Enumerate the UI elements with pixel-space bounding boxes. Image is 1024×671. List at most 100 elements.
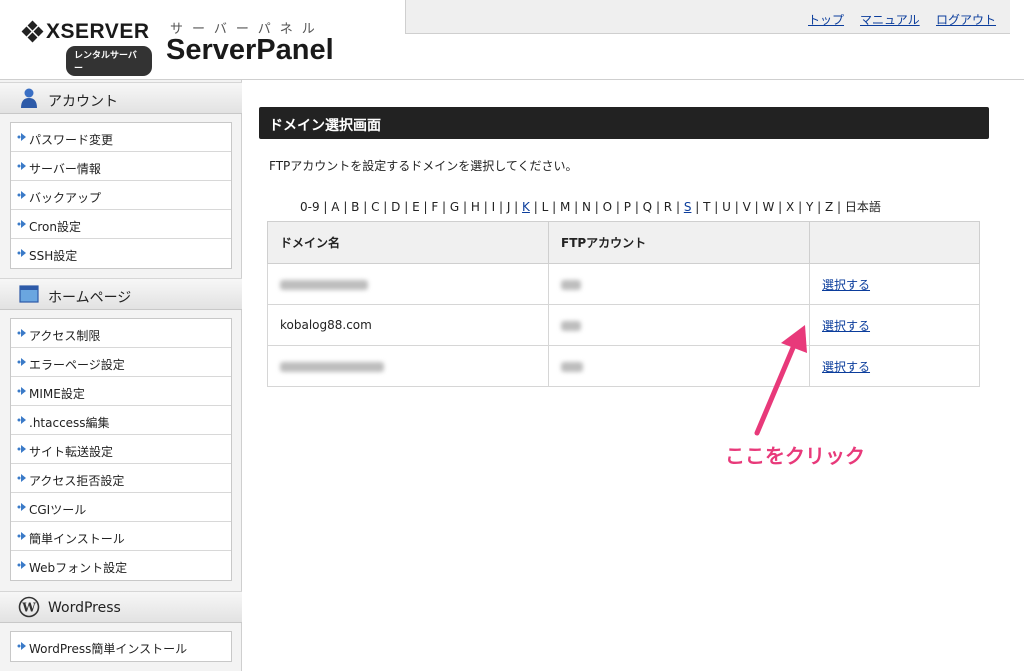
top-navigation: トップ マニュアル ログアウト: [405, 0, 1010, 34]
alpha-v: V: [742, 200, 751, 214]
sidebar-item-label: パスワード変更: [29, 133, 114, 147]
sidebar-section-account: アカウント: [0, 82, 242, 114]
alpha-b: B: [351, 200, 360, 214]
nav-logout-link[interactable]: ログアウト: [936, 11, 996, 28]
column-header-action: [809, 221, 980, 264]
sidebar-item-label: CGIツール: [29, 503, 87, 517]
main-content: ドメイン選択画面 FTPアカウントを設定するドメインを選択してください。 0-9…: [243, 81, 1024, 671]
alpha-c: C: [371, 200, 380, 214]
sidebar-item-label: WordPress簡単インストール: [29, 642, 188, 656]
table-row: 選択する: [267, 263, 980, 305]
arrow-right-icon: [17, 133, 26, 141]
sidebar-item-access-restriction[interactable]: アクセス制限: [11, 319, 231, 348]
sidebar-item-label: アクセス制限: [29, 329, 101, 343]
sidebar-item-label: Webフォント設定: [29, 561, 128, 575]
alpha-e: E: [412, 200, 420, 214]
redacted-domain: [280, 279, 368, 290]
header: XSERVER レンタルサーバー サーバーパネル ServerPanel トップ…: [0, 0, 1024, 80]
table-row: kobalog88.com 選択する: [267, 304, 980, 346]
column-header-domain: ドメイン名: [267, 221, 549, 264]
alpha-k-link[interactable]: K: [522, 200, 530, 214]
sidebar-item-cgi-tools[interactable]: CGIツール: [11, 493, 231, 522]
sidebar-item-label: エラーページ設定: [29, 358, 125, 372]
alpha-o: O: [602, 200, 613, 214]
alpha-s-link[interactable]: S: [684, 200, 692, 214]
sidebar-item-password[interactable]: パスワード変更: [11, 123, 231, 152]
alpha-i: I: [491, 200, 496, 214]
select-link[interactable]: 選択する: [822, 278, 870, 292]
arrow-right-icon: [17, 220, 26, 228]
sidebar-item-error-page[interactable]: エラーページ設定: [11, 348, 231, 377]
sidebar-item-access-deny[interactable]: アクセス拒否設定: [11, 464, 231, 493]
sidebar-item-wordpress-install[interactable]: WordPress簡単インストール: [11, 632, 231, 661]
section-title: ホームページ: [48, 290, 132, 306]
sidebar-item-easy-install[interactable]: 簡単インストール: [11, 522, 231, 551]
redacted-ftp: [561, 279, 581, 290]
sidebar-item-backup[interactable]: バックアップ: [11, 181, 231, 210]
alpha-j: J: [506, 200, 511, 214]
sidebar-item-ssh[interactable]: SSH設定: [11, 239, 231, 268]
action-cell: 選択する: [809, 304, 980, 346]
select-link[interactable]: 選択する: [822, 360, 870, 374]
arrow-right-icon: [17, 416, 26, 424]
nav-top-link[interactable]: トップ: [808, 11, 844, 28]
action-cell: 選択する: [809, 345, 980, 387]
sidebar-item-label: バックアップ: [29, 191, 102, 205]
alpha-n: N: [581, 200, 591, 214]
domain-cell: [267, 263, 549, 305]
sidebar-item-label: サーバー情報: [29, 162, 101, 176]
sidebar-section-wordpress: W WordPress: [0, 591, 242, 623]
sidebar: アカウント パスワード変更 サーバー情報 バックアップ Cron設定 SSH設定: [0, 80, 242, 671]
pointer-arrow-icon: [754, 325, 807, 436]
sidebar-item-cron[interactable]: Cron設定: [11, 210, 231, 239]
account-menu: パスワード変更 サーバー情報 バックアップ Cron設定 SSH設定: [10, 122, 232, 269]
redacted-domain: [280, 361, 384, 372]
instruction-text: FTPアカウントを設定するドメインを選択してください。: [269, 159, 578, 173]
sidebar-item-label: .htaccess編集: [29, 416, 110, 430]
table-header-row: ドメイン名 FTPアカウント: [267, 221, 980, 264]
alpha-w: W: [762, 200, 775, 214]
alpha-0-9: 0-9: [300, 200, 320, 214]
action-cell: 選択する: [809, 263, 980, 305]
sidebar-item-mime[interactable]: MIME設定: [11, 377, 231, 406]
domain-cell: kobalog88.com: [267, 304, 549, 346]
alpha-y: Y: [805, 200, 814, 214]
arrow-right-icon: [17, 387, 26, 395]
sidebar-item-label: アクセス拒否設定: [29, 474, 125, 488]
user-icon: [21, 88, 37, 108]
diamond-logo-icon: [21, 20, 44, 43]
sidebar-item-label: Cron設定: [29, 220, 81, 234]
sidebar-item-server-info[interactable]: サーバー情報: [11, 152, 231, 181]
arrow-right-icon: [17, 561, 26, 569]
logo-area: XSERVER レンタルサーバー サーバーパネル ServerPanel: [0, 0, 405, 80]
alpha-x: X: [786, 200, 795, 214]
nav-manual-link[interactable]: マニュアル: [860, 11, 920, 28]
table-row: 選択する: [267, 345, 980, 387]
alpha-h: H: [470, 200, 480, 214]
alpha-d: D: [391, 200, 401, 214]
arrow-right-icon: [17, 249, 26, 257]
sidebar-item-web-font[interactable]: Webフォント設定: [11, 551, 231, 580]
svg-text:W: W: [21, 601, 36, 615]
redacted-ftp: [561, 361, 583, 372]
alpha-t: T: [703, 200, 711, 214]
redacted-ftp: [561, 320, 581, 331]
panel-title: ServerPanel: [166, 34, 334, 66]
window-icon: [19, 285, 39, 303]
alphabet-filter: 0-9 | A | B | C | D | E | F | G | H | I …: [300, 200, 881, 214]
alpha-u: U: [722, 200, 731, 214]
alpha-q: Q: [642, 200, 653, 214]
sidebar-item-label: SSH設定: [29, 249, 78, 263]
alpha-g: G: [449, 200, 460, 214]
homepage-menu: アクセス制限 エラーページ設定 MIME設定 .htaccess編集 サイト転送…: [10, 318, 232, 581]
select-link-kobalog88[interactable]: 選択する: [822, 319, 870, 333]
sidebar-item-htaccess[interactable]: .htaccess編集: [11, 406, 231, 435]
section-title: WordPress: [48, 600, 121, 616]
xserver-logo[interactable]: XSERVER レンタルサーバー: [21, 18, 152, 76]
alpha-japanese: 日本語: [844, 200, 881, 214]
arrow-right-icon: [17, 474, 26, 482]
sidebar-item-label: MIME設定: [29, 387, 85, 401]
sidebar-item-label: サイト転送設定: [29, 445, 114, 459]
ftp-cell: [548, 263, 810, 305]
sidebar-item-site-redirect[interactable]: サイト転送設定: [11, 435, 231, 464]
